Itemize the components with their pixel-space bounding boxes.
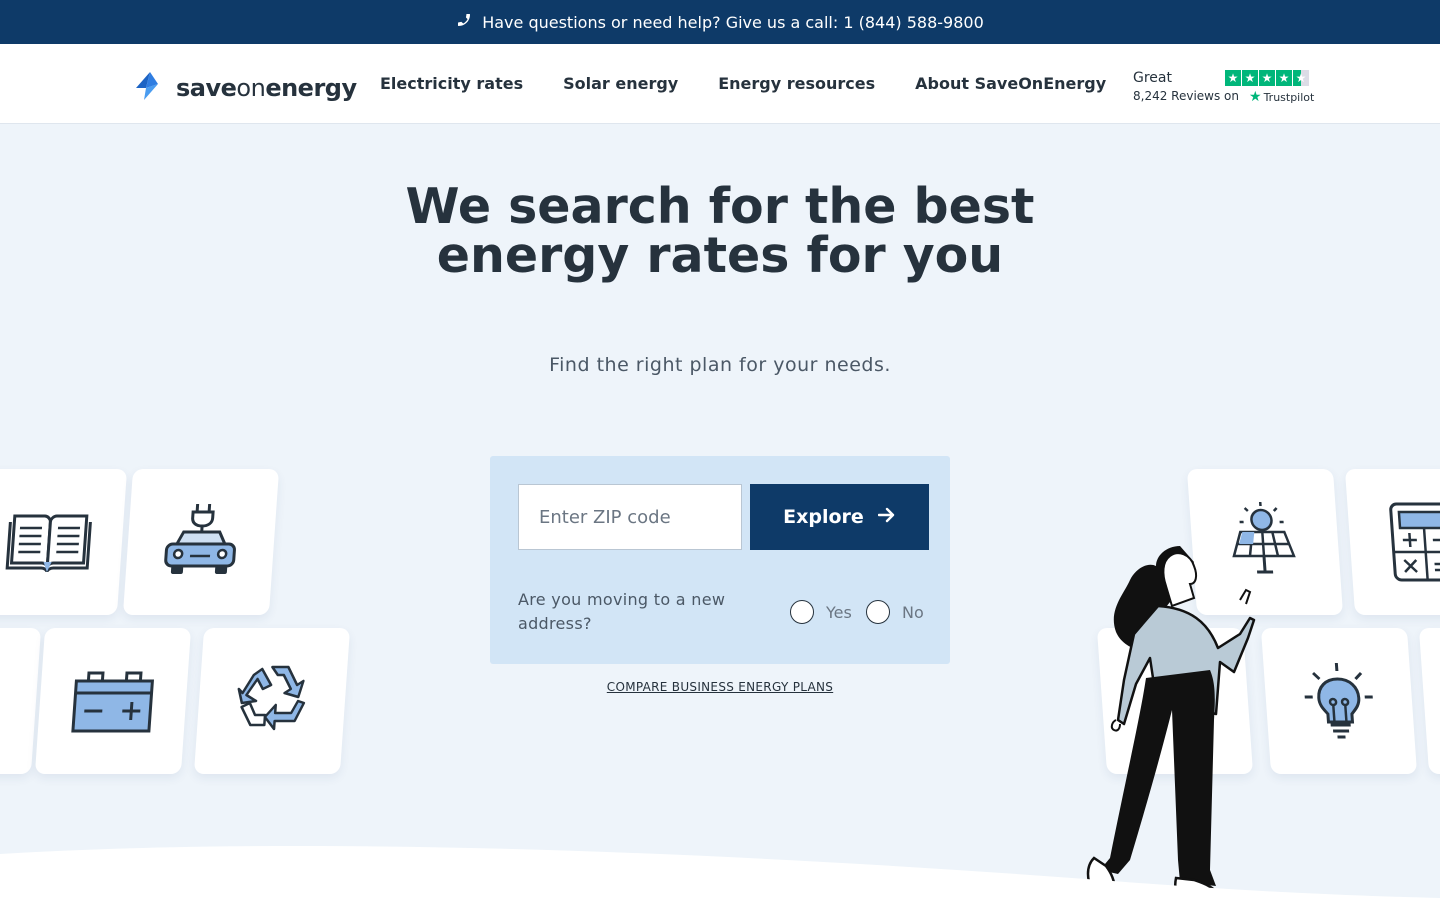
star-icon: ★ [1276,70,1292,86]
tile-electric-car [122,469,280,615]
electric-car-icon [164,504,236,574]
battery-icon [71,671,155,733]
main-nav: Electricity rates Solar energy Energy re… [380,74,1106,93]
help-banner: Have questions or need help? Give us a c… [0,0,1440,44]
arrow-right-icon [877,506,896,528]
nav-energy-resources[interactable]: Energy resources [718,74,875,93]
phone-icon [456,12,472,32]
yes-radio[interactable] [790,600,814,624]
zip-code-input[interactable] [518,484,742,550]
tile-lightbulb [1260,628,1418,774]
tile-edge [1418,628,1440,774]
tile-book [0,469,128,615]
book-icon [5,514,92,573]
tile-battery [34,628,192,774]
calculator-icon [1389,502,1440,582]
tile-recycle [193,628,351,774]
site-logo[interactable]: saveonenergy [132,70,357,106]
zip-search-form: Explore Are you moving to a new address?… [490,456,950,664]
trustpilot-brand: ★ Trustpilot [1249,89,1315,105]
logo-wordmark: saveonenergy [176,74,357,102]
trustpilot-reviews: 8,242 Reviews on [1133,89,1239,103]
compare-business-link[interactable]: COMPARE BUSINESS ENERGY PLANS [490,680,950,694]
help-phone-text[interactable]: Have questions or need help? Give us a c… [482,13,984,32]
nav-electricity-rates[interactable]: Electricity rates [380,74,523,93]
hero-subtitle: Find the right plan for your needs. [549,354,891,376]
lightning-logo-icon [132,70,164,106]
star-icon: ★ [1259,70,1275,86]
trustpilot-stars: ★ ★ ★ ★ ★ [1225,70,1309,86]
star-icon: ★ [1225,70,1241,86]
bottom-wave [0,846,1440,900]
trustpilot-rating-word: Great [1133,70,1172,86]
site-header: saveonenergy Electricity rates Solar ene… [0,44,1440,124]
lightbulb-icon [1304,663,1373,739]
moving-no-option[interactable]: No [866,600,924,624]
half-star-icon: ★ [1293,70,1309,86]
hero-title: We search for the best energy rates for … [405,178,1035,284]
tile-calculator [1344,469,1440,615]
explore-button[interactable]: Explore [750,484,929,550]
no-radio[interactable] [866,600,890,624]
moving-yes-option[interactable]: Yes [790,600,852,624]
recycle-icon [237,665,306,731]
star-icon: ★ [1242,70,1258,86]
tile-empty [0,628,42,774]
nav-solar-energy[interactable]: Solar energy [563,74,678,93]
trustpilot-widget[interactable]: Great ★ ★ ★ ★ ★ 8,242 Reviews on ★ Trustp… [1133,68,1315,108]
trustpilot-star-icon: ★ [1249,89,1262,105]
moving-question: Are you moving to a new address? [518,590,726,633]
nav-about[interactable]: About SaveOnEnergy [915,74,1106,93]
